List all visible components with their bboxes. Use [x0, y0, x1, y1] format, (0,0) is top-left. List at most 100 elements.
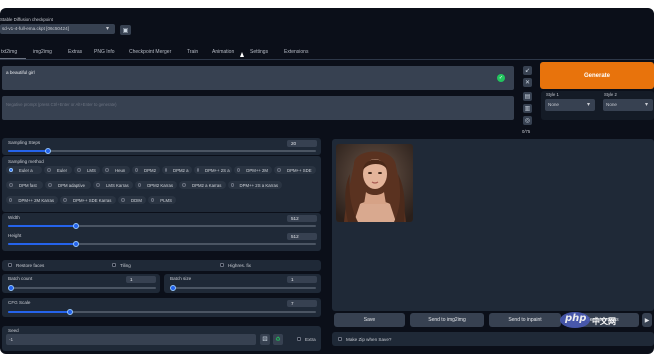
height-input[interactable]: 512	[287, 233, 317, 240]
sampler-euler[interactable]: Euler	[44, 166, 72, 174]
cfg-scale-input[interactable]: 7	[287, 300, 317, 307]
tab-extras[interactable]: Extras	[68, 49, 82, 58]
generate-button[interactable]: Generate	[540, 62, 654, 89]
width-input[interactable]: 512	[287, 215, 317, 222]
save-button[interactable]: Save	[334, 313, 405, 327]
style1-dropdown[interactable]: None ▾	[545, 99, 595, 111]
watermark-logo: php	[560, 312, 590, 328]
sampler-euler-a[interactable]: Euler a	[6, 166, 42, 174]
sampling-steps-input[interactable]: 20	[287, 140, 317, 147]
radio	[47, 168, 51, 172]
batch-count-input[interactable]: 1	[126, 276, 156, 283]
sampler-heun[interactable]: Heun	[102, 166, 130, 174]
radio	[135, 168, 139, 172]
cfg-scale-knob[interactable]	[66, 309, 73, 315]
dimensions-panel	[2, 213, 321, 251]
sampler-dpm2[interactable]: DPM2	[132, 166, 160, 174]
sampler-dpmpp-sde-karras[interactable]: DPM++ SDE Karras	[60, 196, 116, 204]
cfg-scale-label: CFG Scale	[8, 300, 31, 305]
send-to-img2img-button[interactable]: Send to img2img	[410, 313, 484, 327]
style2-dropdown[interactable]: None ▾	[603, 99, 653, 111]
checkpoint-dropdown[interactable]: sd-v1-4-full-ema.ckpt [06c50424] ▾	[0, 24, 115, 34]
width-knob[interactable]	[72, 223, 79, 229]
batch-size-knob[interactable]	[170, 285, 176, 291]
options-row	[2, 260, 321, 271]
sampler-dpm2-a[interactable]: DPM2 a	[162, 166, 192, 174]
prompt-textarea[interactable]: a beautiful girl ✓	[2, 66, 514, 90]
sampler-ddim[interactable]: DDIM	[118, 196, 146, 204]
sampling-steps-knob[interactable]	[45, 148, 52, 154]
sampler-label: LMS	[87, 167, 96, 173]
batch-count-slider[interactable]	[8, 285, 156, 291]
sampler-dpm2-karras[interactable]: DPM2 Karras	[135, 181, 177, 189]
radio	[105, 168, 109, 172]
send-to-inpaint-button[interactable]: Send to inpaint	[489, 313, 561, 327]
radio	[138, 183, 142, 187]
tiling-checkbox[interactable]	[112, 263, 116, 267]
sampler-label: DPM++ 2M	[246, 167, 268, 173]
dice-icon[interactable]: ⚄	[260, 334, 270, 345]
make-zip-checkbox[interactable]	[338, 337, 342, 341]
tab-img2img[interactable]: img2img	[33, 49, 52, 58]
height-knob[interactable]	[72, 241, 79, 247]
recycle-icon[interactable]: ♻	[273, 334, 283, 345]
sampler-dpmpp-2s-a[interactable]: DPM++ 2S a	[194, 166, 232, 174]
sampler-label: DPM adaptive	[58, 182, 85, 188]
sampler-dpmpp-2s-a-karras[interactable]: DPM++ 2S a Karras	[228, 181, 282, 189]
sampling-steps-label: Sampling Steps	[8, 140, 41, 145]
sampler-dpm2-a-karras[interactable]: DPM2 a Karras	[179, 181, 226, 189]
radio	[151, 198, 155, 202]
restore-faces-checkbox[interactable]	[8, 263, 12, 267]
seed-input[interactable]: -1	[6, 334, 256, 345]
height-label: Height	[8, 233, 22, 238]
refresh-icon[interactable]: ▣	[120, 25, 131, 35]
tab-extensions[interactable]: Extensions	[284, 49, 308, 58]
extra-seed-label: Extra	[305, 337, 316, 342]
sampler-dpm-adaptive[interactable]: DPM adaptive	[45, 181, 91, 189]
sampler-dpm-fast[interactable]: DPM fast	[6, 181, 43, 189]
radio	[63, 198, 67, 202]
sampler-dpmpp-2m-karras[interactable]: DPM++ 2M Karras	[6, 196, 58, 204]
batch-size-label: Batch size	[170, 276, 192, 281]
radio	[48, 183, 52, 187]
sampler-plms[interactable]: PLMS	[148, 196, 176, 204]
tab-checkpoint-merger[interactable]: Checkpoint Merger	[129, 49, 171, 58]
negative-prompt-textarea[interactable]: Negative prompt (press Ctrl+Enter or Alt…	[2, 96, 514, 120]
highres-fix-checkbox[interactable]	[220, 263, 224, 267]
make-zip-label: Make Zip when Save?	[346, 337, 392, 342]
tab-png-info[interactable]: PNG Info	[94, 49, 115, 58]
tab-animation[interactable]: Animation	[212, 49, 234, 58]
sampler-label: PLMS	[160, 197, 172, 203]
cfg-scale-slider[interactable]	[8, 309, 316, 315]
extra-seed-checkbox[interactable]	[297, 337, 301, 341]
generated-image[interactable]	[336, 144, 413, 222]
apply-style-icon[interactable]: ▥	[523, 104, 532, 113]
tab-settings[interactable]: Settings	[250, 49, 268, 58]
batch-size-slider[interactable]	[170, 285, 316, 291]
save-style-icon[interactable]: ▤	[523, 92, 532, 101]
batch-count-knob[interactable]	[8, 285, 14, 291]
sampler-dpmpp-sde[interactable]: DPM++ SDE	[274, 166, 316, 174]
sampler-dpmpp-2m[interactable]: DPM++ 2M	[234, 166, 272, 174]
paste-params-icon[interactable]: ↙	[523, 66, 532, 75]
extra-networks-icon[interactable]: ◎	[523, 116, 532, 125]
batch-size-input[interactable]: 1	[287, 276, 317, 283]
width-slider[interactable]	[8, 223, 316, 229]
radio	[9, 198, 13, 202]
tab-train[interactable]: Train	[187, 49, 198, 58]
style2-label: Style 2	[604, 92, 617, 97]
chevron-down-icon: ▾	[645, 102, 649, 108]
height-slider[interactable]	[8, 241, 316, 247]
radio	[165, 168, 167, 172]
sampling-steps-slider[interactable]	[8, 148, 316, 154]
radio	[237, 168, 241, 172]
sampler-label: Euler	[57, 167, 68, 173]
sampler-lms-karras[interactable]: LMS Karras	[93, 181, 133, 189]
play-icon[interactable]: ▶	[642, 313, 652, 327]
restore-faces-label: Restore faces	[16, 263, 45, 268]
sampler-lms[interactable]: LMS	[74, 166, 100, 174]
sampler-label: DPM++ SDE	[287, 167, 312, 173]
clear-prompt-icon[interactable]: ✕	[523, 78, 532, 87]
chevron-down-icon: ▾	[106, 26, 110, 32]
tab-txt2img[interactable]: txt2img	[1, 49, 17, 58]
